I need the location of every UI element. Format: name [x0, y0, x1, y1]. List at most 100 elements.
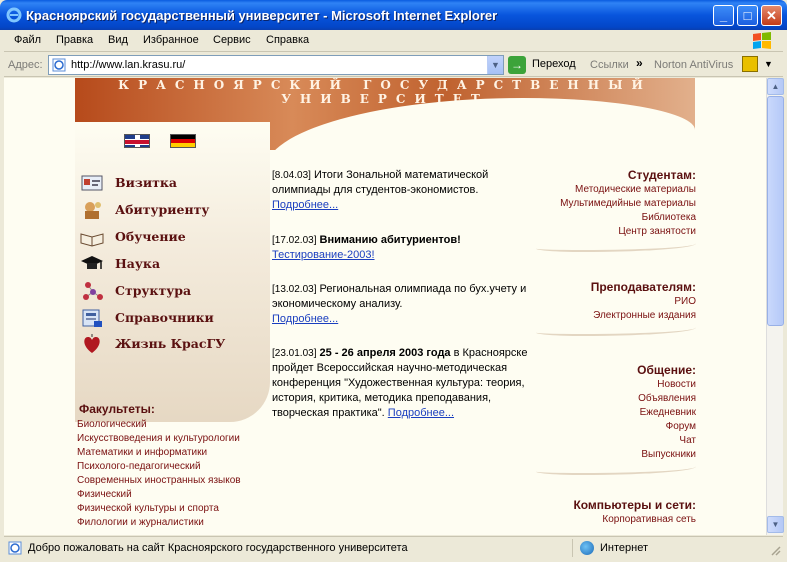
- news-date: [17.02.03]: [272, 235, 317, 246]
- close-button[interactable]: ✕: [761, 5, 782, 26]
- scroll-down-icon[interactable]: ▼: [767, 516, 784, 533]
- news-more-link[interactable]: Подробнее...: [388, 407, 454, 419]
- computers-block: Компьютеры и сети: Корпоративная сеть: [534, 498, 696, 527]
- communication-block: Общение: Новости Объявления Ежедневник Ф…: [534, 363, 696, 475]
- communication-link[interactable]: Чат: [534, 434, 696, 448]
- business-card-icon: [81, 175, 103, 191]
- menu-favorites[interactable]: Избранное: [143, 34, 199, 46]
- communication-link[interactable]: Форум: [534, 420, 696, 434]
- scroll-thumb[interactable]: [767, 96, 784, 326]
- banner-curve: [265, 98, 695, 178]
- menu-help[interactable]: Справка: [266, 34, 309, 46]
- address-label: Адрес:: [8, 59, 43, 71]
- heart-icon: [84, 334, 100, 353]
- news-headline: Вниманию абитуриентов!: [316, 234, 461, 246]
- news-more-link[interactable]: Подробнее...: [272, 313, 338, 325]
- globe-icon: [580, 541, 594, 555]
- faculty-link[interactable]: Искусствоведения и культурологии: [77, 432, 277, 446]
- news-item: [8.04.03] Итоги Зональной математической…: [272, 168, 534, 213]
- windows-logo-icon: [753, 32, 771, 49]
- communication-heading: Общение:: [637, 363, 696, 377]
- divider-swoosh: [536, 240, 696, 252]
- students-block: Студентам: Методические материалы Мульти…: [534, 168, 696, 252]
- nav-label: Обучение: [115, 229, 186, 244]
- nav-label: Абитуриенту: [115, 202, 210, 217]
- address-url: http://www.lan.krasu.ru/: [71, 59, 186, 71]
- news-item: [17.02.03] Вниманию абитуриентов! Тестир…: [272, 233, 534, 263]
- menu-view[interactable]: Вид: [108, 34, 128, 46]
- links-label[interactable]: Ссылки: [590, 59, 629, 71]
- communication-link[interactable]: Новости: [534, 378, 696, 392]
- communication-link[interactable]: Объявления: [534, 392, 696, 406]
- ie-logo-icon: [6, 7, 22, 23]
- news-item: [23.01.03] 25 - 26 апреля 2003 года в Кр…: [272, 346, 534, 421]
- status-text: Добро пожаловать на сайт Красноярского г…: [28, 542, 408, 554]
- nav-label: Структура: [115, 283, 192, 298]
- students-link[interactable]: Библиотека: [534, 211, 696, 225]
- students-link[interactable]: Мультимедийные материалы: [534, 197, 696, 211]
- minimize-button[interactable]: _: [713, 5, 734, 26]
- menu-edit[interactable]: Правка: [56, 34, 93, 46]
- chevron-down-icon[interactable]: ▼: [487, 56, 503, 74]
- news-more-link[interactable]: Тестирование-2003!: [272, 249, 375, 261]
- menu-file[interactable]: Файл: [14, 34, 41, 46]
- news-item: [13.02.03] Региональная олимпиада по бух…: [272, 282, 534, 327]
- scroll-up-icon[interactable]: ▲: [767, 78, 784, 95]
- window-title: Красноярский государственный университет…: [26, 8, 498, 23]
- address-toolbar: Адрес: http://www.lan.krasu.ru/ ▼ → Пере…: [4, 53, 783, 77]
- computers-link[interactable]: Корпоративная сеть: [534, 513, 696, 527]
- communication-link[interactable]: Ежедневник: [534, 406, 696, 420]
- teachers-block: Преподавателям: РИО Электронные издания: [534, 280, 696, 336]
- news-date: [8.04.03]: [272, 170, 311, 181]
- nav-item-struktura[interactable]: Структура: [80, 280, 260, 302]
- faculty-link[interactable]: Психолого-педагогический: [77, 460, 277, 474]
- faculties-heading: Факультеты:: [79, 402, 155, 416]
- vertical-scrollbar[interactable]: ▲ ▼: [766, 78, 784, 535]
- molecule-icon: [83, 282, 103, 300]
- teachers-heading: Преподавателям:: [590, 280, 696, 294]
- communication-link[interactable]: Выпускники: [534, 448, 696, 462]
- teachers-link[interactable]: РИО: [534, 295, 696, 309]
- faculty-link[interactable]: Филологии и журналистики: [77, 516, 277, 530]
- resize-grip-icon[interactable]: [769, 544, 781, 556]
- teachers-link[interactable]: Электронные издания: [534, 309, 696, 323]
- nav-item-vizitka[interactable]: Визитка: [80, 172, 260, 194]
- address-input[interactable]: http://www.lan.krasu.ru/ ▼: [48, 55, 504, 75]
- news-more-link[interactable]: Подробнее...: [272, 199, 338, 211]
- status-divider: [572, 539, 573, 557]
- links-more-button[interactable]: »: [636, 56, 643, 70]
- norton-dropdown-icon[interactable]: ▼: [764, 59, 773, 69]
- menu-bar: Файл Правка Вид Избранное Сервис Справка: [4, 30, 783, 52]
- students-heading: Студентам:: [627, 168, 696, 182]
- faculty-link[interactable]: Математики и информатики: [77, 446, 277, 460]
- faculty-link[interactable]: Физической культуры и спорта: [77, 502, 277, 516]
- news-date: [23.01.03]: [272, 348, 317, 359]
- security-zone-label: Интернет: [600, 542, 648, 554]
- nav-item-abiturientu[interactable]: Абитуриенту: [80, 199, 260, 221]
- go-arrow-icon: →: [508, 56, 526, 74]
- german-flag-icon[interactable]: [170, 134, 196, 148]
- students-link[interactable]: Методические материалы: [534, 183, 696, 197]
- faculty-link[interactable]: Биологический: [77, 418, 277, 432]
- news-headline: 25 - 26 апреля 2003 года: [316, 347, 451, 359]
- nav-item-nauka[interactable]: Наука: [80, 253, 260, 275]
- students-link[interactable]: Центр занятости: [534, 225, 696, 239]
- maximize-button[interactable]: □: [737, 5, 758, 26]
- divider-swoosh: [536, 324, 696, 336]
- norton-antivirus-label[interactable]: Norton AntiVirus: [654, 59, 733, 71]
- divider-swoosh: [536, 463, 696, 475]
- directory-icon: [82, 309, 102, 327]
- nav-item-spravochniki[interactable]: Справочники: [80, 307, 260, 329]
- faculty-link[interactable]: Современных иностранных языков: [77, 474, 277, 488]
- nav-item-obuchenie[interactable]: Обучение: [80, 226, 260, 248]
- nav-label: Наука: [115, 256, 161, 271]
- english-flag-icon[interactable]: [124, 134, 150, 148]
- menu-tools[interactable]: Сервис: [213, 34, 251, 46]
- graduation-cap-icon: [81, 256, 103, 269]
- nav-item-zhizn-krasgu[interactable]: Жизнь КрасГУ: [80, 333, 260, 355]
- title-bar: Красноярский государственный университет…: [0, 0, 787, 30]
- news-date: [13.02.03]: [272, 284, 317, 295]
- go-button[interactable]: → Переход: [508, 55, 580, 75]
- norton-icon[interactable]: [742, 56, 758, 72]
- faculty-link[interactable]: Физический: [77, 488, 277, 502]
